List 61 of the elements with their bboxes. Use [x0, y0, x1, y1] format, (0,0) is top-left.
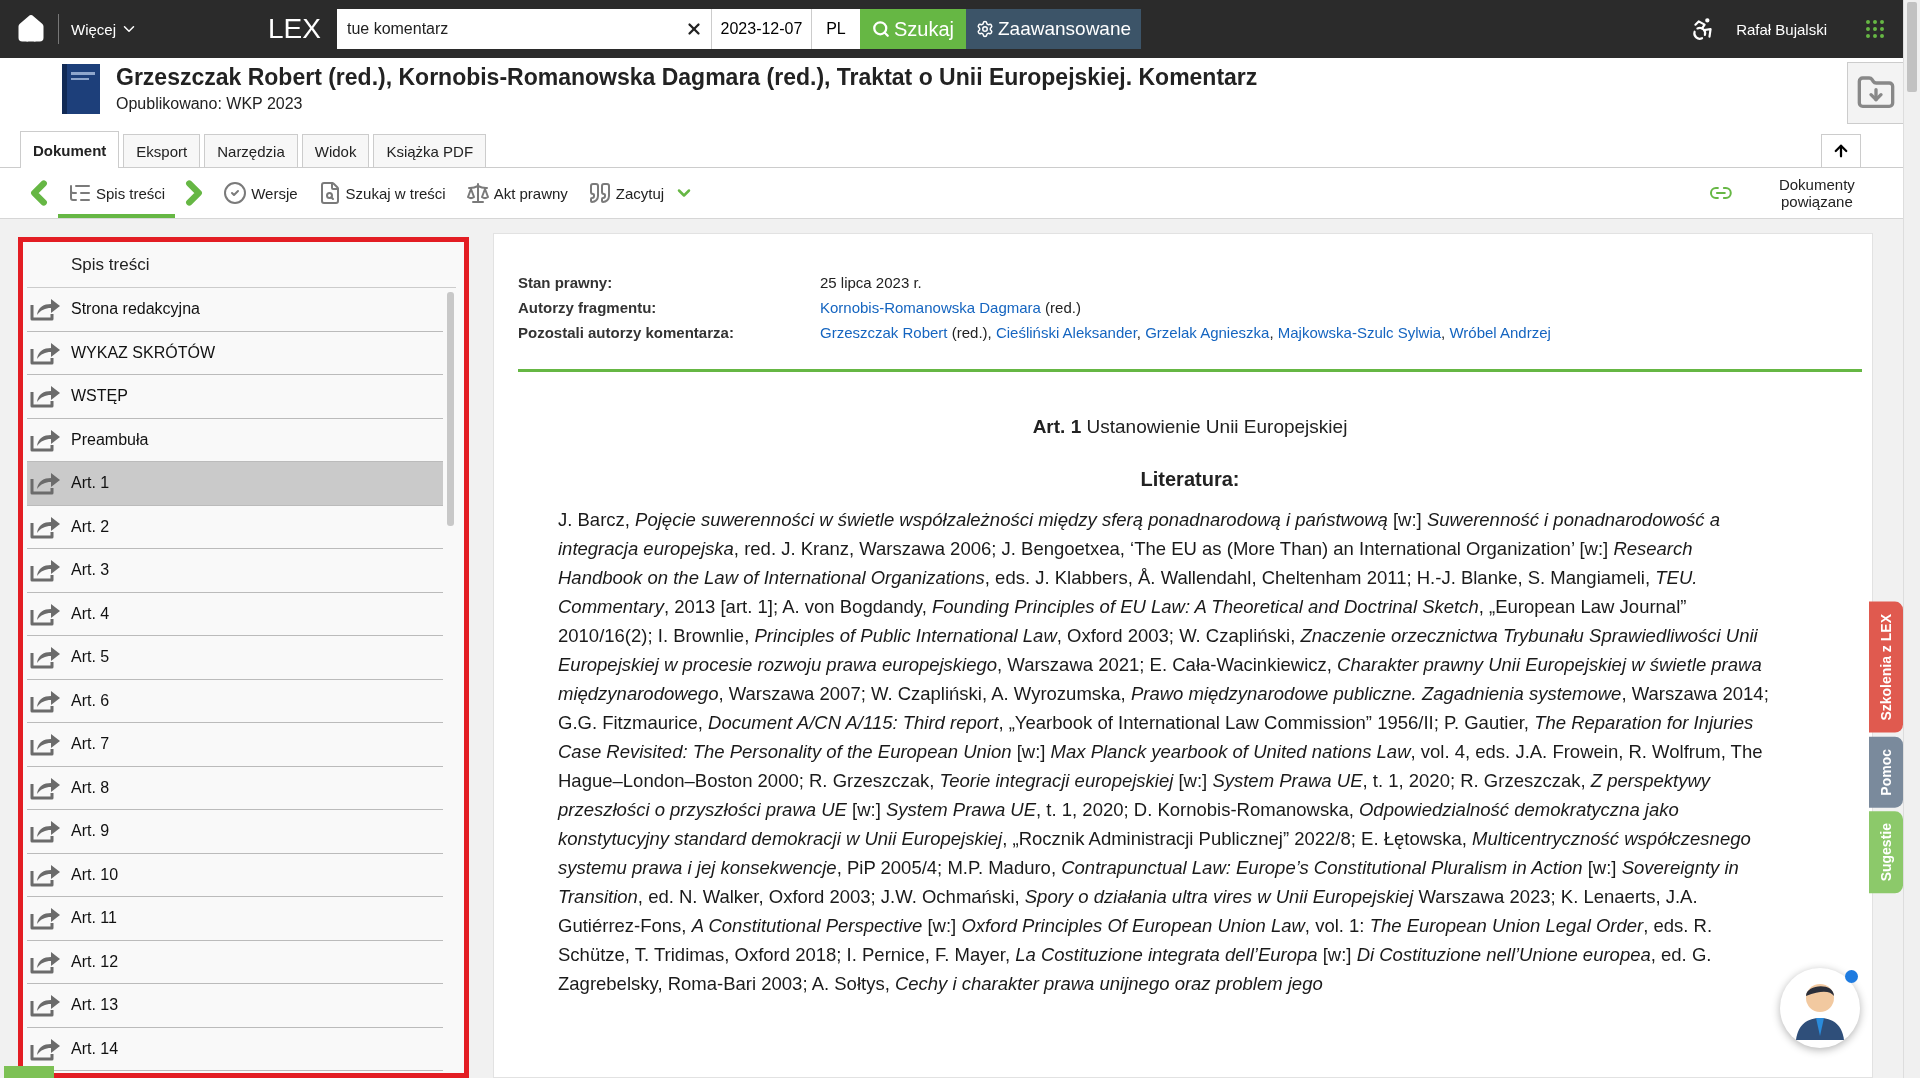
author-link[interactable]: Grzelak Agnieszka [1145, 324, 1270, 341]
search-field[interactable]: tue komentarz [344, 19, 685, 39]
scroll-up-button[interactable] [1821, 134, 1861, 167]
home-icon [16, 14, 46, 44]
bibliography-paragraph: J. Barcz, Pojęcie suwerenności w świetle współzależności między sferą ponadnarodową i państwową [w:] Suwerenność i ponadnarodowość a integracja europejska, red. J. Kranz, Warszawa 2006; J. Bengoetxea, ‘The EU as (More Than) an International Organization’ [w:] Research Handbook on the Law of International Organizations, eds. J. Klabbers, Å. Wallendahl, Cheltenham 2011; H.-J. Blanke, S. Mangiameli, TEU. Commentary, 2013 [art. 1]; A. von Bogdandy, Founding Principles of EU Law: A Theoretical and Doctrinal Sketch, „European Law Journal” 2010/16(2); I. Brownlie, Principles of Public International Law, Oxford 2003; W. Czapliński, Znaczenie orzecznictwa Trybunału Sprawiedliwości Unii Europejskiej w procesie rozwoju prawa europejskiego, Warszawa 2021; E. Cała-Wacinkiewicz, Charakter prawny Unii Europejskiej w świetle prawa międzynarodowego, Warszawa 2007; W. Czapliński, A. Wyrozumska, Prawo międzynarodowe publiczne. Zagadnienia systemowe, Warszawa 2014; G.G. Fitzmaurice, Document A/CN A/115: Third report, „Yearbook of International Law Commission” 1956/II; P. Gautier, The Reparation for Injuries Case Revisited: The Personality of the European Union [w:] Max Planck yearbook of United nations Law, vol. 4, eds. J.A. Frowein, R. Wolfrum, The Hague–London–Boston 2000; R. Grzeszczak, Teorie integracji europejskiej [w:] System Prawa UE, t. 1, 2020; R. Grzeszczak, Z perspektywy przeszłości o przyszłości prawa UE [w:] System Prawa UE, t. 1, 2020; D. Kornobis-Romanowska, Odpowiedzialność demokratyczna jako konstytucyjny standard demokracji w Unii Europejskiej, „Rocznik Administracji Publicznej” 2022/8; E. Łętowska, Multicentryczność współczesnego systemu prawa i jej konsekwencje, PiP 2005/4; M.P. Maduro, Contrapunctual Law: Europe’s Constitutional Pluralism in Action [w:] Sovereignty in Transition, ed. N. Walker, Oxford 2003; J.W. Ochmański, Spory o działania ultra vires w Unii Europejskiej Warszawa 2023; K. Lenaerts, J.A. Gutiérrez-Fons, A Constitutional Perspective [w:] Oxford Principles Of European Union Law, vol. 1: The European Union Legal Order, eds. R. Schütze, T. Tridimas, Oxford 2018; I. Pernice, F. Mayer, La Costituzione integrata dell’Europa [w:] Di Costituzione nell’Unione europea, ed. G. Zagrebelsky, Roma-Bari 2003; A. Sołtys, Cechy i charakter prawa unijnego oraz problem jego [558, 508, 1770, 996]
toc-item[interactable]: Art. 9 [27, 810, 443, 854]
logo: LEX [268, 13, 321, 45]
advanced-search-button[interactable]: Zaawansowane [966, 9, 1142, 49]
toolbar-item[interactable]: Wersje [213, 168, 308, 218]
literature-heading: Literatura: [1139, 468, 1241, 491]
search-icon [871, 20, 890, 38]
toc-item[interactable]: Art. 13 [27, 984, 443, 1028]
author-link[interactable]: Grzeszczak Robert [820, 324, 948, 341]
more-menu[interactable]: Więcej [58, 14, 150, 44]
toolbar-item[interactable]: Szukaj w treści [307, 168, 456, 218]
toolbar-item[interactable]: Spis treści [58, 168, 176, 218]
toc-item[interactable]: Art. 2 [27, 505, 443, 549]
toc-item[interactable]: Strona redakcyjna [27, 288, 443, 332]
folder-download-button[interactable] [1847, 62, 1903, 124]
toolbar-item[interactable]: Zacytuj [577, 168, 675, 218]
scrollbar[interactable] [1903, 0, 1920, 1078]
book-cover-icon [62, 64, 100, 114]
meta-value: Kornobis-Romanowska Dagmara (red.) [820, 299, 1082, 316]
toc-item[interactable]: Art. 10 [27, 853, 443, 897]
meta-value: 25 lipca 2023 r. [820, 274, 923, 291]
toc-title: Spis treści [27, 242, 456, 288]
toc-item[interactable]: Art. 8 [27, 766, 443, 810]
article-heading: Art. 1 Ustanowienie Unii Europejskiej [1031, 416, 1349, 438]
quote-icon [587, 181, 612, 205]
toc-item[interactable]: WSTĘP [27, 375, 443, 419]
toc-item[interactable]: Art. 3 [27, 549, 443, 593]
toc-item[interactable]: Art. 1 [27, 462, 443, 506]
check-circle-icon [223, 181, 248, 205]
tab[interactable]: Książka PDF [373, 134, 487, 167]
tab[interactable]: Widok [301, 134, 370, 167]
toc-item[interactable]: WYKAZ SKRÓTÓW [27, 331, 443, 375]
user-name[interactable]: Rafał Bujalski [1736, 20, 1827, 38]
document-title: Grzeszczak Robert (red.), Kornobis-Romanowska Dagmara (red.), Traktat o Unii Europejskiej. Komentarz [116, 64, 1258, 91]
toc-item[interactable]: Art. 12 [27, 940, 443, 984]
tab[interactable]: Narzędzia [204, 134, 298, 167]
related-documents-button[interactable]: Dokumenty powiązane [1703, 175, 1883, 211]
meta-label: Autorzy fragmentu: [518, 299, 658, 316]
tab[interactable]: Dokument [20, 131, 120, 168]
meta-value: Grzeszczak Robert (red.), Cieśliński Aleksander, Grzelak Agnieszka, Majkowska-Szulc Sylwia, Wróbel Andrzej [820, 324, 1552, 341]
toc-item[interactable]: Art. 5 [27, 636, 443, 680]
scale-icon [465, 181, 490, 205]
toc-item[interactable]: Art. 6 [27, 679, 443, 723]
author-link[interactable]: Wróbel Andrzej [1449, 324, 1551, 341]
meta-label: Stan prawny: [518, 274, 614, 291]
toc-item[interactable]: Art. 7 [27, 723, 443, 767]
meta-label: Pozostali autorzy komentarza: [518, 324, 735, 341]
side-tab[interactable]: Pomoc [1869, 736, 1903, 808]
tab[interactable]: Eksport [123, 134, 201, 167]
author-link[interactable]: Cieśliński Aleksander [995, 324, 1137, 341]
gear-icon [976, 20, 994, 38]
toc-item[interactable]: Art. 4 [27, 592, 443, 636]
toc-item[interactable]: Art. 11 [27, 897, 443, 941]
published-text: Opublikowano: WKP 2023 [116, 95, 304, 113]
author-link[interactable]: Kornobis-Romanowska Dagmara [820, 299, 1041, 316]
toolbar-item[interactable]: Akt prawny [455, 168, 578, 218]
side-tab[interactable]: Szkolenia z LEX [1869, 602, 1903, 733]
